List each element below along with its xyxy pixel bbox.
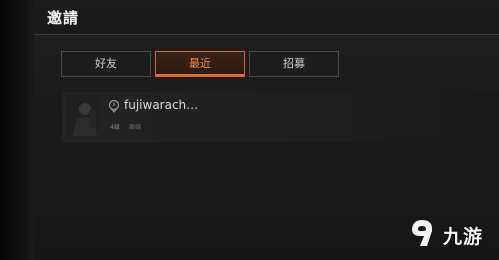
player-level: 4級 xyxy=(110,124,120,131)
rank-badge-icon xyxy=(108,99,120,113)
player-status: 離線 xyxy=(129,124,142,131)
watermark-text: 九游 xyxy=(443,226,484,248)
panel-title: 邀請 xyxy=(47,9,80,27)
header-divider xyxy=(34,34,499,35)
player-list-item[interactable]: fujiwarach… 4級 離線 xyxy=(62,92,499,142)
player-avatar xyxy=(67,96,99,136)
tab-friends[interactable]: 好友 xyxy=(61,51,151,77)
panel-header: 邀請 xyxy=(34,0,499,34)
tab-recruit[interactable]: 招募 xyxy=(249,51,339,77)
player-name: fujiwarach… xyxy=(124,98,199,112)
watermark: 九游 xyxy=(403,214,499,254)
tab-recent[interactable]: 最近 xyxy=(155,51,245,77)
left-edge-shadow xyxy=(0,0,34,260)
jiuyou-logo-icon xyxy=(412,220,433,246)
game-screen: 邀請 好友 最近 招募 fujiwarach… 4級 離線 九游 xyxy=(0,0,499,260)
